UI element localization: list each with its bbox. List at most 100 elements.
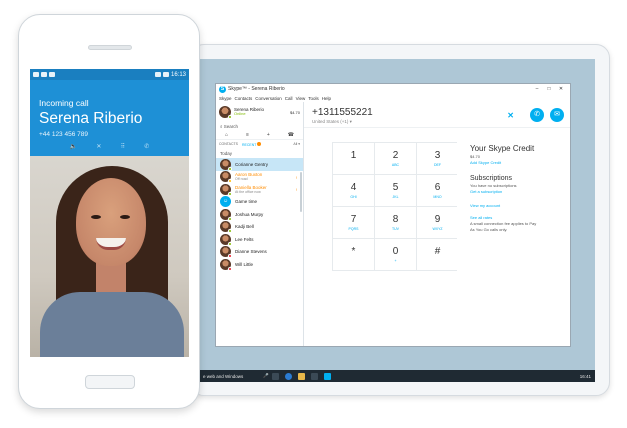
message-button[interactable]: ✉ bbox=[550, 108, 564, 122]
clear-number-icon[interactable]: ✕ bbox=[507, 111, 514, 120]
section-today: Today bbox=[220, 151, 233, 156]
menu-tools[interactable]: Tools bbox=[308, 96, 319, 101]
contact-row[interactable]: Daniella Booker At the office now! bbox=[216, 183, 303, 196]
keypad-key[interactable]: * bbox=[333, 239, 374, 270]
tab-contacts[interactable]: CONTACTS bbox=[219, 142, 238, 146]
country-selector[interactable]: United States (+1) ▾ bbox=[312, 119, 562, 125]
phone-speaker bbox=[88, 45, 132, 50]
phone-status-time: 16:13 bbox=[170, 71, 186, 78]
keypad-key[interactable]: 3 DEF bbox=[417, 143, 458, 174]
microphone-icon[interactable]: 🎤 bbox=[263, 373, 269, 379]
contact-name: Game time bbox=[235, 199, 258, 205]
mute-icon[interactable]: ✕ bbox=[96, 143, 101, 150]
filter-dropdown[interactable]: All ▾ bbox=[293, 142, 300, 146]
group-icon: ☺ bbox=[220, 196, 231, 208]
keypad-key[interactable]: 2 ABC bbox=[375, 143, 416, 174]
key-letters: PQRS bbox=[348, 226, 359, 231]
keypad-key[interactable]: 7 PQRS bbox=[333, 207, 374, 238]
keypad-key[interactable]: 1 bbox=[333, 143, 374, 174]
taskbar-search[interactable]: e web and Windows bbox=[203, 374, 263, 379]
keypad-key[interactable]: 5 JKL bbox=[375, 175, 416, 206]
menu-view[interactable]: View bbox=[296, 96, 306, 101]
profile-card[interactable]: Serena Riberio Online $4.70 bbox=[216, 102, 303, 122]
add-credit-link[interactable]: Add Skype Credit bbox=[470, 160, 570, 165]
store-icon[interactable] bbox=[310, 372, 318, 380]
marketing-scene: S Skype™ - Serena Riberio – □ ✕ Skype Co… bbox=[0, 0, 627, 428]
phone-icon[interactable]: ✆ bbox=[144, 143, 149, 150]
menu-contacts[interactable]: Contacts bbox=[235, 96, 253, 101]
menu-call[interactable]: Call bbox=[285, 96, 293, 101]
contact-row[interactable]: Corianne Gentry bbox=[216, 158, 303, 171]
see-rates-link[interactable]: See all rates bbox=[470, 215, 570, 220]
keypad-key[interactable]: 8 TUV bbox=[375, 207, 416, 238]
contact-avatar bbox=[220, 221, 232, 234]
close-button[interactable]: ✕ bbox=[555, 86, 567, 92]
contact-row[interactable]: Kadji Bell bbox=[216, 221, 303, 234]
dialpad-icon[interactable]: ⠿ bbox=[121, 143, 125, 150]
key-digit: 1 bbox=[350, 149, 357, 161]
skype-window: S Skype™ - Serena Riberio – □ ✕ Skype Co… bbox=[215, 83, 571, 347]
skype-notification-icon bbox=[33, 72, 39, 77]
skype-taskbar-icon[interactable] bbox=[323, 372, 331, 380]
keypad-key[interactable]: 4 GHI bbox=[333, 175, 374, 206]
speaker-icon[interactable]: 🔈 bbox=[70, 143, 77, 150]
get-subscription-link[interactable]: Get a subscription bbox=[470, 189, 570, 194]
keypad-key[interactable]: 9 WXYZ bbox=[417, 207, 458, 238]
keypad-key[interactable]: 6 MNO bbox=[417, 175, 458, 206]
profile-status: Online bbox=[234, 111, 246, 117]
task-view-icon[interactable] bbox=[271, 372, 279, 380]
call-button[interactable]: ✆ bbox=[530, 108, 544, 122]
key-digit: 3 bbox=[434, 149, 441, 161]
incoming-call-label: Incoming call bbox=[39, 98, 89, 108]
key-digit: 0 bbox=[392, 245, 399, 257]
call-controls: 🔈 ✕ ⠿ ✆ bbox=[30, 143, 189, 150]
key-digit: # bbox=[434, 245, 441, 257]
contact-row[interactable]: Joshua Murpy bbox=[216, 208, 303, 221]
contact-avatar bbox=[220, 171, 232, 184]
contact-avatar bbox=[220, 246, 232, 259]
contact-avatar bbox=[220, 258, 232, 271]
dialpad-icon[interactable]: ☎ bbox=[288, 132, 294, 138]
menu-conversation[interactable]: Conversation bbox=[255, 96, 282, 101]
key-digit: * bbox=[351, 245, 356, 257]
contact-avatar bbox=[220, 183, 232, 196]
phone-screen: 16:13 Incoming call Serena Riberio +44 1… bbox=[30, 69, 189, 357]
minimize-button[interactable]: – bbox=[531, 86, 543, 92]
online-presence-icon bbox=[228, 115, 232, 119]
file-explorer-icon[interactable] bbox=[297, 372, 305, 380]
window-title: Skype™ - Serena Riberio bbox=[228, 86, 285, 92]
dialed-number[interactable]: +1311555221 bbox=[312, 107, 562, 118]
tab-recent[interactable]: RECENT bbox=[242, 141, 262, 147]
view-account-link[interactable]: View my account bbox=[470, 203, 570, 208]
credit-amount: $4.70 bbox=[470, 154, 481, 159]
contact-name: Dianne Stevens bbox=[235, 249, 267, 255]
contact-row[interactable]: Will Little bbox=[216, 258, 303, 271]
list-icon[interactable]: ≡ bbox=[246, 132, 249, 138]
key-letters: ABC bbox=[391, 162, 400, 167]
contact-name: Joshua Murpy bbox=[235, 211, 264, 217]
caller-photo bbox=[30, 156, 189, 357]
contacts-sidebar: Serena Riberio Online $4.70 ⌕ Search ⌂ ≡ bbox=[216, 102, 304, 346]
contact-row[interactable]: ☺ Game time bbox=[216, 196, 303, 209]
sidebar-scrollbar[interactable] bbox=[300, 172, 302, 212]
home-icon[interactable]: ⌂ bbox=[225, 132, 228, 138]
menu-skype[interactable]: Skype bbox=[219, 96, 232, 101]
subscriptions-none: You have no subscriptions bbox=[470, 183, 517, 188]
edge-browser-icon[interactable] bbox=[284, 372, 292, 380]
key-digit: 8 bbox=[392, 213, 399, 225]
menu-help[interactable]: Help bbox=[322, 96, 331, 101]
home-button[interactable] bbox=[85, 375, 135, 389]
contact-row[interactable]: Aaron Buxton Off road! bbox=[216, 171, 303, 184]
contact-search[interactable]: ⌕ Search bbox=[216, 122, 303, 130]
contact-row[interactable]: Dianne Stevens bbox=[216, 246, 303, 259]
add-contact-icon[interactable]: + bbox=[267, 132, 270, 138]
keypad-key[interactable]: # bbox=[417, 239, 458, 270]
contact-name: Daniella Booker At the office now bbox=[235, 184, 267, 194]
keypad-key[interactable]: 0 + bbox=[375, 239, 416, 270]
maximize-button[interactable]: □ bbox=[543, 86, 555, 92]
dialer-panel: +1311555221 United States (+1) ▾ ✕ ✆ ✉ 1… bbox=[304, 102, 570, 346]
contact-name: Will Little bbox=[235, 261, 254, 267]
contact-row[interactable]: Lee Felts bbox=[216, 233, 303, 246]
tablet-desktop: S Skype™ - Serena Riberio – □ ✕ Skype Co… bbox=[199, 59, 595, 382]
battery-icon bbox=[162, 72, 169, 77]
